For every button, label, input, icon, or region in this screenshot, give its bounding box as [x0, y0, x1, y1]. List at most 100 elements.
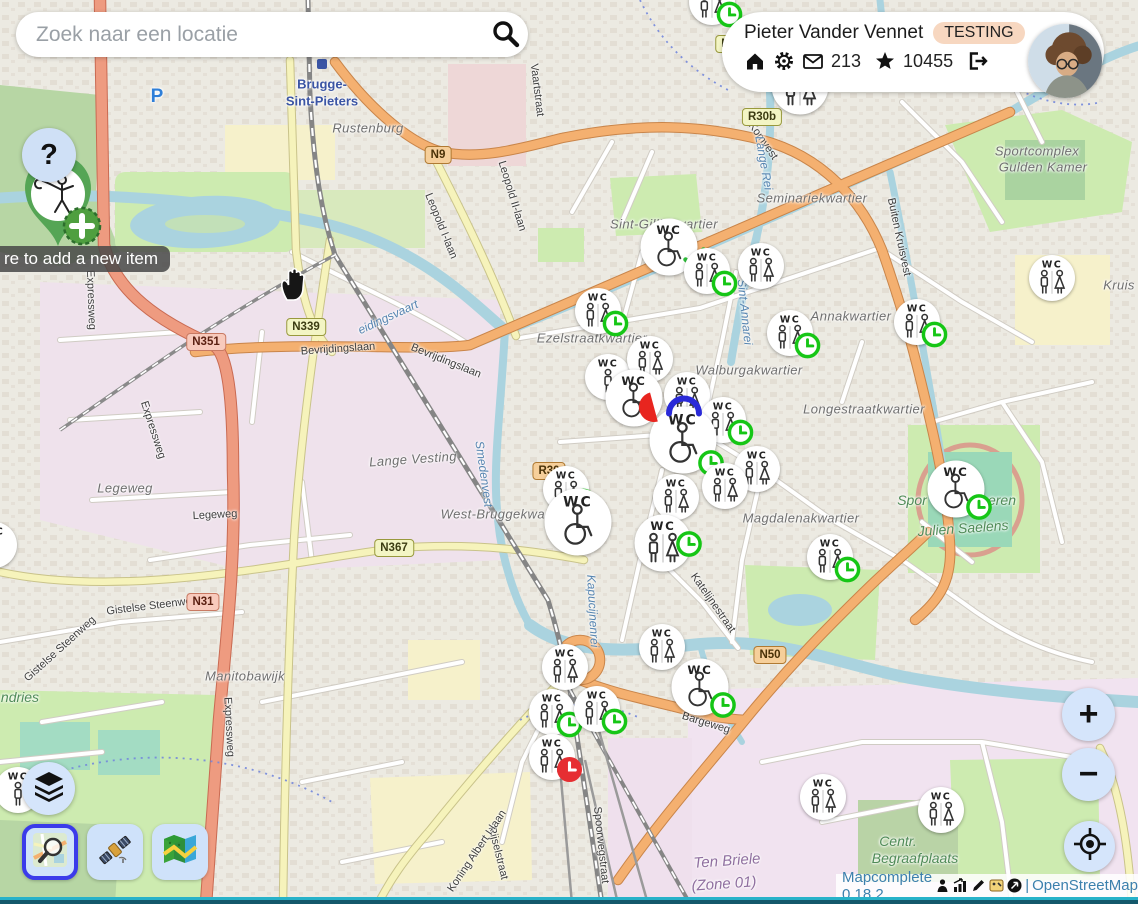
- svg-text:WC: WC: [542, 693, 562, 704]
- svg-text:WC: WC: [668, 413, 698, 429]
- svg-text:WC: WC: [943, 465, 968, 479]
- layers-button[interactable]: [22, 762, 75, 815]
- svg-text:WC: WC: [780, 314, 800, 325]
- svg-text:WC: WC: [640, 340, 660, 351]
- svg-text:WC: WC: [598, 358, 618, 369]
- background-map-button[interactable]: [22, 824, 78, 880]
- wc-marker[interactable]: WC: [807, 534, 853, 580]
- logout-icon[interactable]: [966, 50, 988, 72]
- search-button[interactable]: [482, 12, 528, 57]
- wc-marker[interactable]: WC: [635, 515, 692, 572]
- svg-text:WC: WC: [931, 791, 951, 802]
- contributor-icon[interactable]: [935, 878, 950, 893]
- open-clock-badge: [834, 556, 861, 583]
- message-count: 213: [831, 51, 861, 72]
- wc-marker[interactable]: WC: [894, 299, 940, 345]
- user-name: Pieter Vander Vennet: [744, 22, 923, 44]
- hand-cursor-icon: [278, 266, 312, 304]
- help-button[interactable]: ?: [22, 128, 76, 182]
- wc-marker[interactable]: WC: [1029, 255, 1075, 301]
- messages-envelope-icon[interactable]: [802, 50, 824, 72]
- svg-text:WC: WC: [1042, 259, 1062, 270]
- wc-marker[interactable]: WC: [767, 310, 813, 356]
- settings-gear-icon[interactable]: [773, 50, 795, 72]
- wc-marker[interactable]: WC: [689, 0, 735, 25]
- svg-text:WC: WC: [563, 495, 593, 511]
- svg-text:WC: WC: [555, 648, 575, 659]
- svg-text:WC: WC: [820, 538, 840, 549]
- background-satellite-button[interactable]: [87, 824, 143, 880]
- open-clock-badge: [710, 692, 737, 719]
- crosshair-icon: [1073, 827, 1107, 866]
- attribution-divider: |: [1025, 877, 1029, 894]
- zoom-in-button[interactable]: +: [1062, 688, 1115, 741]
- layers-icon: [31, 768, 67, 809]
- wc-marker[interactable]: WC: [928, 461, 985, 518]
- plus-label: +: [1079, 695, 1099, 734]
- search-icon: [490, 18, 520, 51]
- zoom-out-button[interactable]: −: [1062, 748, 1115, 801]
- wc-marker[interactable]: WC: [738, 243, 784, 289]
- home-icon[interactable]: [744, 50, 766, 72]
- svg-text:WC: WC: [751, 247, 771, 258]
- osm-attribution-icon[interactable]: [1007, 878, 1022, 893]
- star-icon[interactable]: [874, 50, 896, 72]
- wc-marker[interactable]: WC: [529, 734, 575, 780]
- station-dot: [317, 56, 327, 74]
- wc-marker[interactable]: WC: [545, 489, 612, 556]
- wc-marker[interactable]: WC: [542, 644, 588, 690]
- open-clock-badge: [966, 494, 993, 521]
- svg-text:WC: WC: [687, 663, 712, 677]
- wc-marker[interactable]: WC: [574, 686, 620, 732]
- attribution-bar: Mapcomplete 0.18.2 | OpenStreetMap: [836, 874, 1138, 897]
- open-clock-badge: [727, 419, 754, 446]
- wc-marker[interactable]: WC: [529, 689, 575, 735]
- svg-text:WC: WC: [0, 526, 4, 537]
- svg-text:WC: WC: [813, 778, 833, 789]
- open-clock-badge: [601, 708, 628, 735]
- theme-toilets-icon[interactable]: [989, 878, 1004, 893]
- openstreetmap-link[interactable]: OpenStreetMap: [1032, 877, 1138, 894]
- geolocate-button[interactable]: [1064, 821, 1115, 872]
- wc-marker[interactable]: WC: [672, 659, 729, 716]
- star-count: 10455: [903, 51, 953, 72]
- search-bar: [16, 12, 528, 57]
- svg-text:WC: WC: [747, 450, 767, 461]
- minus-label: −: [1079, 755, 1099, 794]
- wc-marker[interactable]: WC: [684, 248, 730, 294]
- open-clock-badge: [794, 332, 821, 359]
- folded-map-icon: [162, 832, 198, 873]
- avatar[interactable]: [1028, 24, 1102, 98]
- statistics-icon[interactable]: [953, 878, 968, 893]
- svg-text:WC: WC: [542, 738, 562, 749]
- wc-marker[interactable]: WC: [0, 522, 17, 568]
- wc-marker[interactable]: WC: [653, 474, 699, 520]
- help-label: ?: [40, 139, 58, 172]
- svg-text:WC: WC: [621, 374, 646, 388]
- marker-layer: WC WC WC WC WC WC WC WC WC WC WC WC WC WC WC WC WC WC WC WC…: [0, 0, 1138, 904]
- svg-text:WC: WC: [715, 467, 735, 478]
- svg-text:WC: WC: [587, 690, 607, 701]
- bottom-accent-bar: [0, 897, 1138, 904]
- wc-marker[interactable]: WC: [800, 774, 846, 820]
- plus-icon: [64, 208, 100, 244]
- svg-text:WC: WC: [656, 223, 681, 237]
- wc-marker[interactable]: WC: [575, 288, 621, 334]
- svg-text:WC: WC: [588, 292, 608, 303]
- wc-marker[interactable]: WC: [702, 463, 748, 509]
- edit-pencil-icon[interactable]: [971, 878, 986, 893]
- add-item-tooltip: re to add a new item: [0, 246, 170, 272]
- search-input[interactable]: [16, 23, 482, 47]
- satellite-icon: [97, 832, 133, 873]
- testing-badge: TESTING: [933, 22, 1024, 44]
- open-clock-badge: [676, 531, 703, 558]
- closed-clock-badge: [556, 756, 583, 783]
- background-osm-carto-button[interactable]: [152, 824, 208, 880]
- svg-text:WC: WC: [652, 628, 672, 639]
- wc-marker[interactable]: WC: [918, 787, 964, 833]
- open-clock-badge: [602, 310, 629, 337]
- svg-text:WC: WC: [907, 303, 927, 314]
- svg-text:WC: WC: [556, 470, 576, 481]
- osm-map-icon: [32, 832, 68, 873]
- map-stage[interactable]: Brugge-Sint-PietersPRustenburgSint-Gilli…: [0, 0, 1138, 904]
